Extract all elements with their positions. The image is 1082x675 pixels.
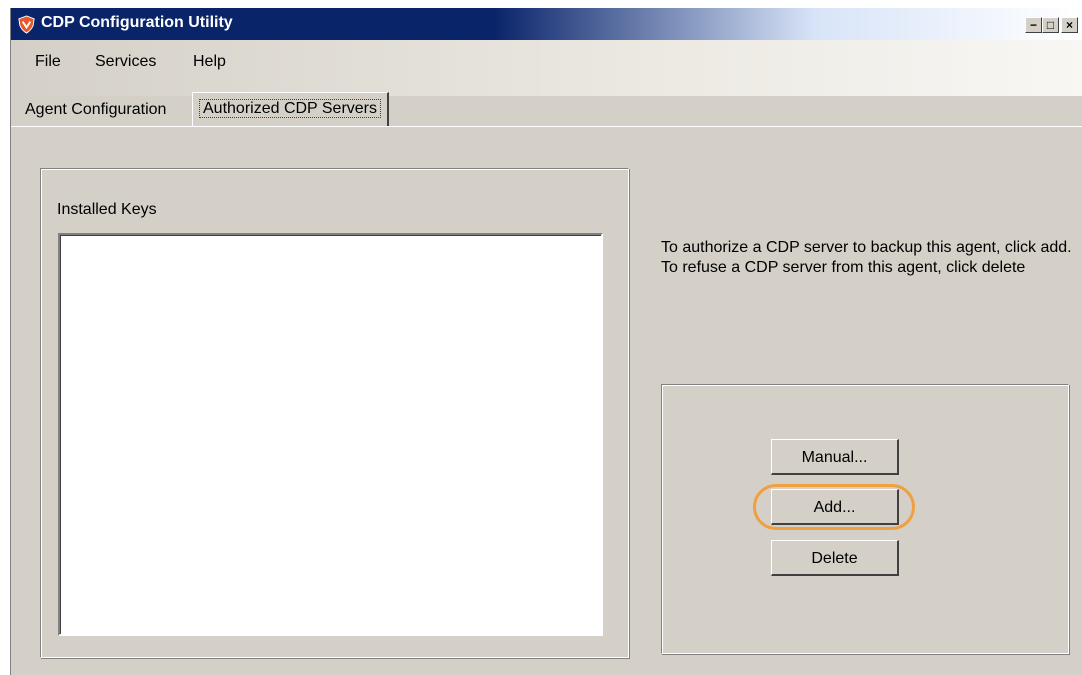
installed-keys-list[interactable] <box>58 233 603 636</box>
app-window: CDP Configuration Utility − □ × File Ser… <box>10 8 1082 675</box>
tab-agent-configuration-label: Agent Configuration <box>25 101 167 118</box>
tab-strip: Agent Configuration Authorized CDP Serve… <box>11 90 1082 130</box>
tab-authorized-cdp-servers-label: Authorized CDP Servers <box>199 99 381 118</box>
minimize-icon: − <box>1029 18 1037 32</box>
manual-button[interactable]: Manual... <box>771 439 899 475</box>
window-title: CDP Configuration Utility <box>41 14 233 31</box>
title-bar: CDP Configuration Utility − □ × <box>11 8 1082 40</box>
menu-bar: File Services Help <box>11 40 1082 96</box>
close-icon: × <box>1065 18 1073 32</box>
maximize-button[interactable]: □ <box>1042 17 1059 33</box>
app-shield-icon <box>18 15 35 34</box>
tab-authorized-cdp-servers[interactable]: Authorized CDP Servers <box>192 92 389 126</box>
menu-file[interactable]: File <box>35 53 61 71</box>
instructions-text: To authorize a CDP server to backup this… <box>661 239 1072 276</box>
maximize-icon: □ <box>1046 18 1055 32</box>
delete-button[interactable]: Delete <box>771 540 899 576</box>
menu-help[interactable]: Help <box>193 53 226 71</box>
minimize-button[interactable]: − <box>1025 17 1042 33</box>
close-button[interactable]: × <box>1061 17 1078 33</box>
add-button-highlight-ring <box>753 484 915 530</box>
menu-services[interactable]: Services <box>95 53 156 71</box>
installed-keys-label: Installed Keys <box>57 201 157 218</box>
tab-agent-configuration[interactable]: Agent Configuration <box>21 94 170 126</box>
tab-page-divider <box>11 126 1082 127</box>
